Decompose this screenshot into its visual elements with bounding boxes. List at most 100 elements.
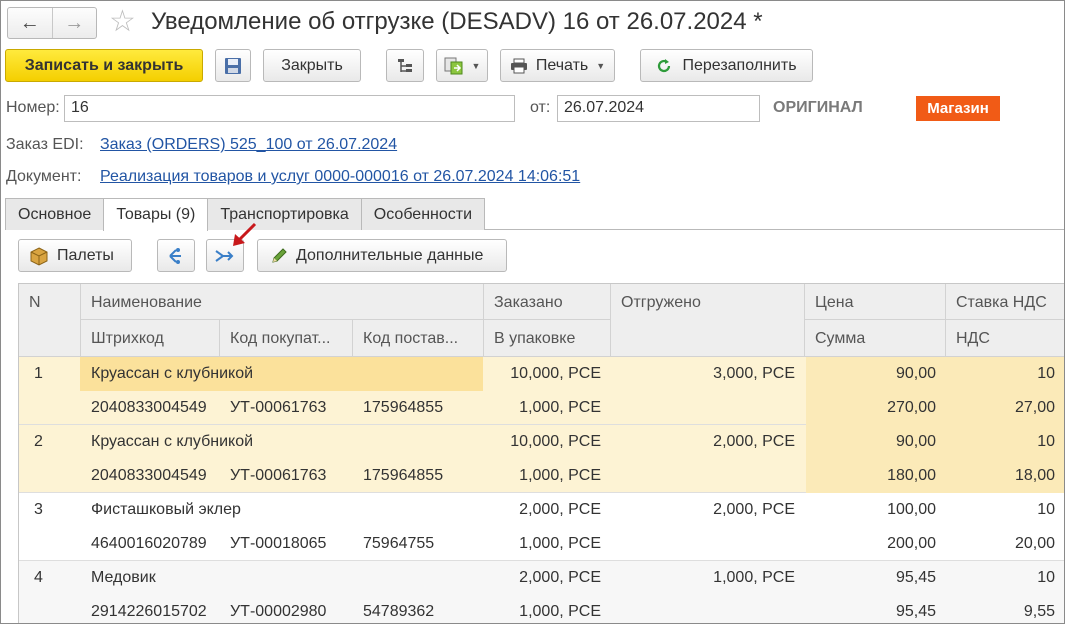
cell-supplier-code: 175964855 [363,399,444,416]
window-title: Уведомление об отгрузке (DESADV) 16 от 2… [151,8,763,35]
cell-in-pack: 1,000, PCE [519,603,601,620]
cell-barcode: 4640016020789 [91,535,207,552]
box-icon [30,246,48,266]
col-header-sum[interactable]: Сумма [805,320,946,357]
split-button[interactable] [157,239,195,272]
table-row[interactable]: 1 Круассан с клубникой 10,000, PCE 3,000… [19,357,1064,425]
cell-name: Медовик [91,569,156,586]
col-header-supplier-code[interactable]: Код постав... [353,320,484,357]
document-link[interactable]: Реализация товаров и услуг 0000-000016 о… [100,168,580,186]
cell-shipped: 3,000, PCE [713,365,795,382]
date-field[interactable]: 26.07.2024 [557,95,760,122]
refill-button[interactable]: Перезаполнить [640,49,813,82]
cell-price: 95,45 [895,569,936,586]
cell-vat: 27,00 [1014,399,1055,416]
cell-sum: 180,00 [887,467,936,484]
col-header-in-pack[interactable]: В упаковке [484,320,611,357]
cell-vat-rate: 10 [1037,569,1055,586]
cell-sum: 270,00 [887,399,936,416]
pallets-button[interactable]: Палеты [18,239,132,272]
print-button[interactable]: Печать ▼ [500,49,615,82]
col-header-vat-rate[interactable]: Ставка НДС [946,284,1064,320]
cell-vat: 18,00 [1014,467,1055,484]
cell-shipped: 2,000, PCE [713,433,795,450]
navigation-buttons: ← → [7,7,97,39]
pallets-label: Палеты [57,246,114,264]
cell-in-pack: 1,000, PCE [519,467,601,484]
date-label: от: [530,99,551,116]
cell-sum: 95,45 [895,603,936,620]
cell-n: 3 [34,501,43,518]
cell-barcode: 2040833004549 [91,399,207,416]
cell-shipped: 1,000, PCE [713,569,795,586]
tab-goods[interactable]: Товары (9) [103,198,209,231]
annotation-arrow-icon [233,222,257,246]
col-header-barcode[interactable]: Штрихкод [81,320,220,357]
additional-data-label: Дополнительные данные [296,246,484,264]
table-row[interactable]: 4 Медовик 2,000, PCE 1,000, PCE 95,45 10… [19,561,1064,623]
goods-table: N Наименование Заказано Отгружено Цена С… [18,283,1064,623]
create-based-on-button[interactable]: ▼ [436,49,488,82]
document-window: ← → ☆ Уведомление об отгрузке (DESADV) 1… [0,0,1065,624]
cell-price: 90,00 [895,365,936,382]
col-header-shipped[interactable]: Отгружено [611,284,805,357]
cell-ordered: 2,000, PCE [519,569,601,586]
arrow-right-icon: → [64,11,85,34]
col-header-buyer-code[interactable]: Код покупат... [220,320,353,357]
cell-n: 1 [34,365,43,382]
cell-ordered: 2,000, PCE [519,501,601,518]
split-icon [169,247,181,264]
col-header-price[interactable]: Цена [805,284,946,320]
arrow-left-icon: ← [19,11,40,34]
cell-buyer-code: УТ-00018065 [230,535,327,552]
save-and-close-button[interactable]: Записать и закрыть [5,49,203,82]
cell-buyer-code: УТ-00002980 [230,603,327,620]
dropdown-caret-icon: ▼ [471,60,481,71]
tab-features[interactable]: Особенности [360,198,486,230]
order-link[interactable]: Заказ (ORDERS) 525_100 от 26.07.2024 [100,136,397,154]
cell-supplier-code: 175964855 [363,467,444,484]
col-header-ordered[interactable]: Заказано [484,284,611,320]
dropdown-caret-icon: ▼ [596,60,606,71]
cell-barcode: 2040833004549 [91,467,207,484]
save-button[interactable] [215,49,251,82]
cell-price: 90,00 [895,433,936,450]
create-based-on-icon [444,57,463,74]
structure-button[interactable] [386,49,424,82]
floppy-disk-icon [225,57,241,74]
col-header-vat[interactable]: НДС [946,320,1064,357]
col-header-name[interactable]: Наименование [81,284,484,320]
cell-n: 2 [34,433,43,450]
cell-vat-rate: 10 [1037,433,1055,450]
cell-name: Круассан с клубникой [91,365,254,382]
hierarchy-icon [398,58,412,72]
table-row[interactable]: 3 Фисташковый эклер 2,000, PCE 2,000, PC… [19,493,1064,561]
cell-vat: 9,55 [1023,603,1055,620]
cell-n: 4 [34,569,43,586]
cell-in-pack: 1,000, PCE [519,535,601,552]
cell-sum: 200,00 [887,535,936,552]
order-label: Заказ EDI: [6,136,84,153]
document-label: Документ: [6,168,82,185]
status-badge: Магазин [916,96,1000,121]
forward-button[interactable]: → [51,8,97,38]
status-label: ОРИГИНАЛ [773,99,863,116]
cell-buyer-code: УТ-00061763 [230,467,327,484]
printer-icon [510,58,527,73]
cell-vat-rate: 10 [1037,365,1055,382]
additional-data-button[interactable]: Дополнительные данные [257,239,507,272]
cell-shipped: 2,000, PCE [713,501,795,518]
cell-supplier-code: 75964755 [363,535,435,552]
favorite-star-icon[interactable]: ☆ [109,5,136,39]
tab-main[interactable]: Основное [5,198,105,230]
table-row[interactable]: 2 Круассан с клубникой 10,000, PCE 2,000… [19,425,1064,493]
close-button[interactable]: Закрыть [263,49,361,82]
col-header-n[interactable]: N [19,284,81,357]
number-label: Номер: [6,99,60,116]
cell-buyer-code: УТ-00061763 [230,399,327,416]
pencil-icon [272,247,287,263]
cell-barcode: 2914226015702 [91,603,207,620]
back-button[interactable]: ← [8,8,52,38]
number-field[interactable]: 16 [64,95,515,122]
cell-price: 100,00 [887,501,936,518]
